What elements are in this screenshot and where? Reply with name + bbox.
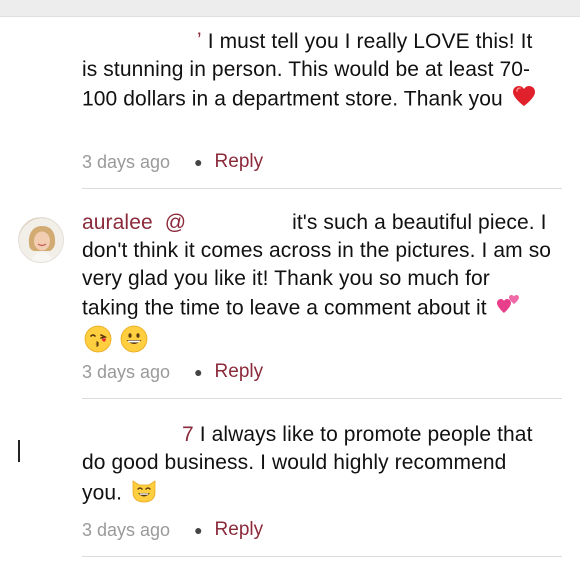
comment-body: 7 I always like to promote people that d… xyxy=(82,421,552,511)
reply-button[interactable]: Reply xyxy=(215,519,264,541)
mention-redacted[interactable]: 7 xyxy=(182,423,194,446)
avatar[interactable] xyxy=(18,428,64,474)
timestamp: 3 days ago xyxy=(82,519,171,540)
comment-meta: 3 days ago ● Reply xyxy=(82,519,263,541)
comment-3: 7 I always like to promote people that d… xyxy=(0,0,580,560)
avatar-edge xyxy=(18,440,20,462)
separator-dot: ● xyxy=(194,522,203,538)
smiling-cat-emoji xyxy=(130,477,158,511)
divider xyxy=(82,556,562,557)
